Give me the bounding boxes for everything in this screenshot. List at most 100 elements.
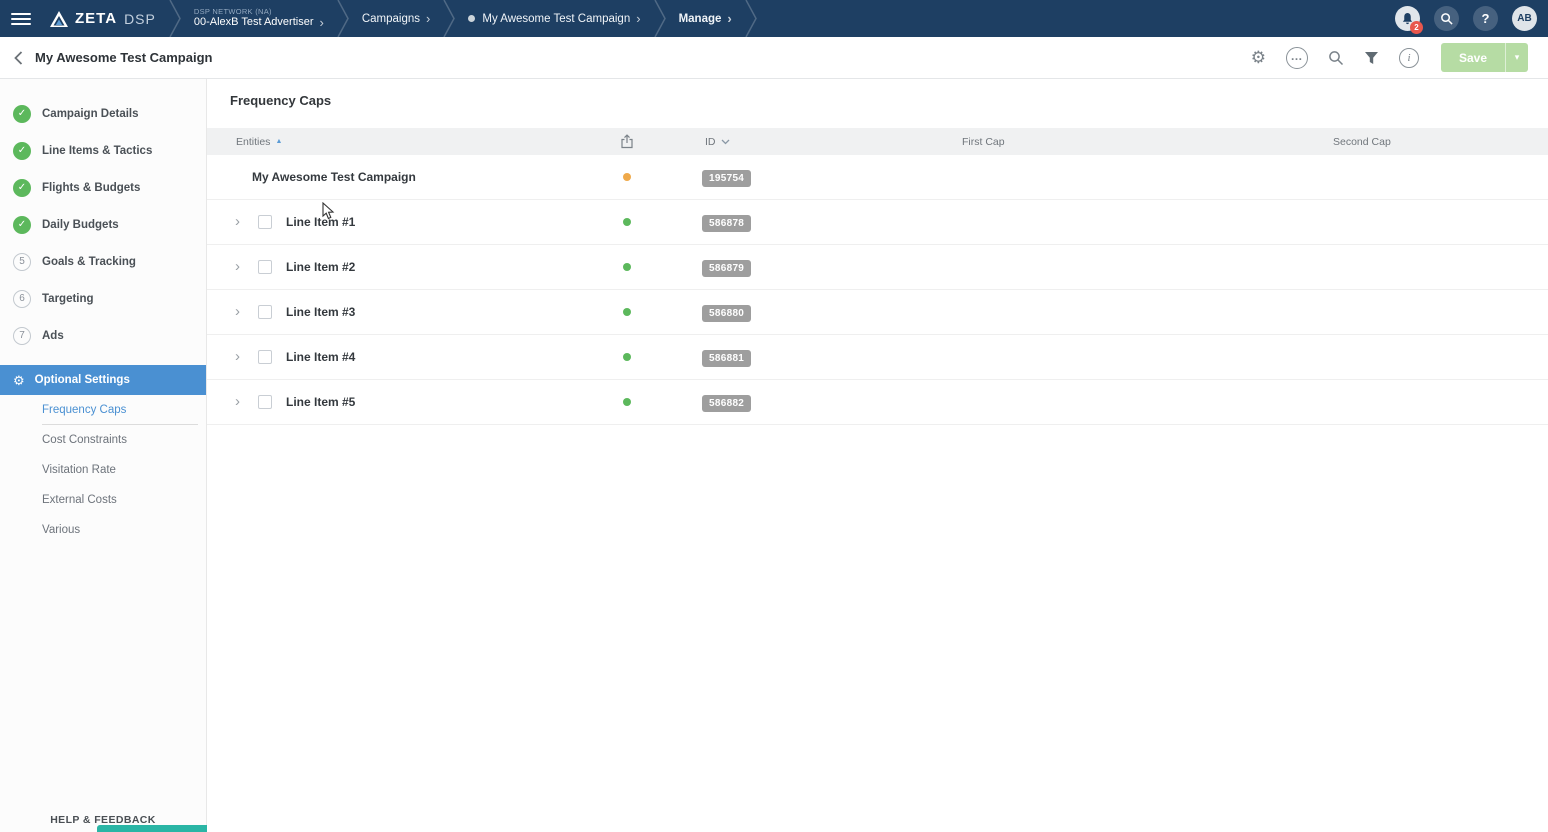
expand-chevron-icon[interactable]: › [235,216,249,228]
save-dropdown-button[interactable]: ▾ [1506,43,1528,72]
breadcrumb-separator [169,0,181,37]
breadcrumb-separator [337,0,349,37]
global-search-button[interactable] [1434,6,1459,31]
step-list: ✓ Campaign Details ✓ Line Items & Tactic… [0,79,206,354]
breadcrumb-separator [654,0,666,37]
check-icon: ✓ [13,179,31,197]
check-icon: ✓ [13,142,31,160]
column-header-id[interactable]: ID [657,136,947,148]
campaign-status-dot [468,15,475,22]
breadcrumb-campaign-label: My Awesome Test Campaign [482,13,630,25]
id-header-label: ID [705,136,716,148]
export-button[interactable] [597,134,657,149]
step-label: Daily Budgets [42,219,119,231]
info-icon[interactable]: i [1399,48,1419,68]
chevron-icon: › [320,18,324,28]
save-button[interactable]: Save ▾ [1441,43,1528,72]
step-number: 7 [13,327,31,345]
sidebar-item-frequency-caps[interactable]: Frequency Caps [0,395,206,425]
save-button-label[interactable]: Save [1441,43,1505,72]
sidebar-item-optional-settings[interactable]: ⚙ Optional Settings [0,365,206,395]
id-badge: 586880 [702,305,751,322]
sidebar-item-visitation-rate[interactable]: Visitation Rate [0,455,206,485]
sidebar-item-cost-constraints[interactable]: Cost Constraints [0,425,206,455]
row-name[interactable]: Line Item #3 [286,305,355,319]
filter-button[interactable] [1364,51,1379,65]
row-checkbox[interactable] [258,350,272,364]
chevron-icon: › [636,14,640,24]
expand-chevron-icon[interactable]: › [235,396,249,408]
sidebar-item-flights-budgets[interactable]: ✓ Flights & Budgets [0,169,206,206]
step-label: Goals & Tracking [42,256,136,268]
step-label: Line Items & Tactics [42,145,152,157]
expand-chevron-icon[interactable]: › [235,261,249,273]
row-name[interactable]: My Awesome Test Campaign [252,170,416,184]
sidebar: ✓ Campaign Details ✓ Line Items & Tactic… [0,79,207,832]
status-dot [623,398,631,406]
sidebar-item-goals-tracking[interactable]: 5 Goals & Tracking [0,243,206,280]
check-icon: ✓ [13,216,31,234]
breadcrumb-campaigns[interactable]: Campaigns › [362,13,431,25]
column-header-first-cap: First Cap [947,136,1317,148]
table-row: › Line Item #3 586880 [207,290,1548,335]
top-navbar: ZETA DSP DSP NETWORK (NA) 00-AlexB Test … [0,0,1548,37]
section-title: Frequency Caps [230,93,331,108]
table-row: My Awesome Test Campaign 195754 [207,155,1548,200]
id-badge: 586882 [702,395,751,412]
breadcrumb-advertiser[interactable]: DSP NETWORK (NA) 00-AlexB Test Advertise… [194,8,324,29]
help-button[interactable]: ? [1473,6,1498,31]
more-options-icon[interactable]: … [1286,47,1308,69]
sort-ascending-icon: ▲ [275,138,282,145]
step-label: Ads [42,330,64,342]
sidebar-item-ads[interactable]: 7 Ads [0,317,206,354]
breadcrumb-campaign[interactable]: My Awesome Test Campaign › [468,13,640,25]
frequency-caps-table: Entities ▲ ID First Cap Second Cap [207,128,1548,425]
filter-funnel-icon [1364,51,1379,65]
row-checkbox[interactable] [258,215,272,229]
id-badge: 586881 [702,350,751,367]
sidebar-item-various[interactable]: Various [0,515,206,545]
breadcrumb-separator [745,0,757,37]
sidebar-item-campaign-details[interactable]: ✓ Campaign Details [0,95,206,132]
sidebar-item-targeting[interactable]: 6 Targeting [0,280,206,317]
column-header-entities[interactable]: Entities ▲ [207,136,597,148]
status-dot [623,263,631,271]
row-name[interactable]: Line Item #2 [286,260,355,274]
notifications-button[interactable]: 2 [1395,6,1420,31]
row-name[interactable]: Line Item #4 [286,350,355,364]
entities-header-label: Entities [236,136,270,148]
notification-badge: 2 [1410,21,1423,34]
export-icon [620,134,634,149]
zeta-logo[interactable]: ZETA DSP [49,10,156,28]
zeta-logo-icon [49,10,69,28]
chevron-left-icon [14,51,23,65]
row-name[interactable]: Line Item #5 [286,395,355,409]
step-label: Targeting [42,293,94,305]
breadcrumb-manage[interactable]: Manage › [679,13,732,25]
row-checkbox[interactable] [258,395,272,409]
sidebar-item-line-items-tactics[interactable]: ✓ Line Items & Tactics [0,132,206,169]
advertiser-name: 00-AlexB Test Advertiser [194,16,314,29]
step-label: Campaign Details [42,108,139,120]
table-row: › Line Item #5 586882 [207,380,1548,425]
sidebar-item-external-costs[interactable]: External Costs [0,485,206,515]
step-number: 6 [13,290,31,308]
row-checkbox[interactable] [258,260,272,274]
row-name[interactable]: Line Item #1 [286,215,355,229]
chevron-down-icon [721,139,730,145]
settings-gear-icon[interactable]: ⚙ [1251,49,1266,66]
search-button[interactable] [1328,50,1344,66]
id-badge: 586878 [702,215,751,232]
row-checkbox[interactable] [258,305,272,319]
hamburger-menu-icon[interactable] [11,13,31,25]
expand-chevron-icon[interactable]: › [235,351,249,363]
brand-name: ZETA [75,10,117,27]
expand-chevron-icon[interactable]: › [235,306,249,318]
user-avatar[interactable]: AB [1512,6,1537,31]
back-button[interactable] [14,51,23,65]
check-icon: ✓ [13,105,31,123]
step-number: 5 [13,253,31,271]
chat-widget-tab[interactable] [97,825,216,832]
table-row: › Line Item #2 586879 [207,245,1548,290]
sidebar-item-daily-budgets[interactable]: ✓ Daily Budgets [0,206,206,243]
